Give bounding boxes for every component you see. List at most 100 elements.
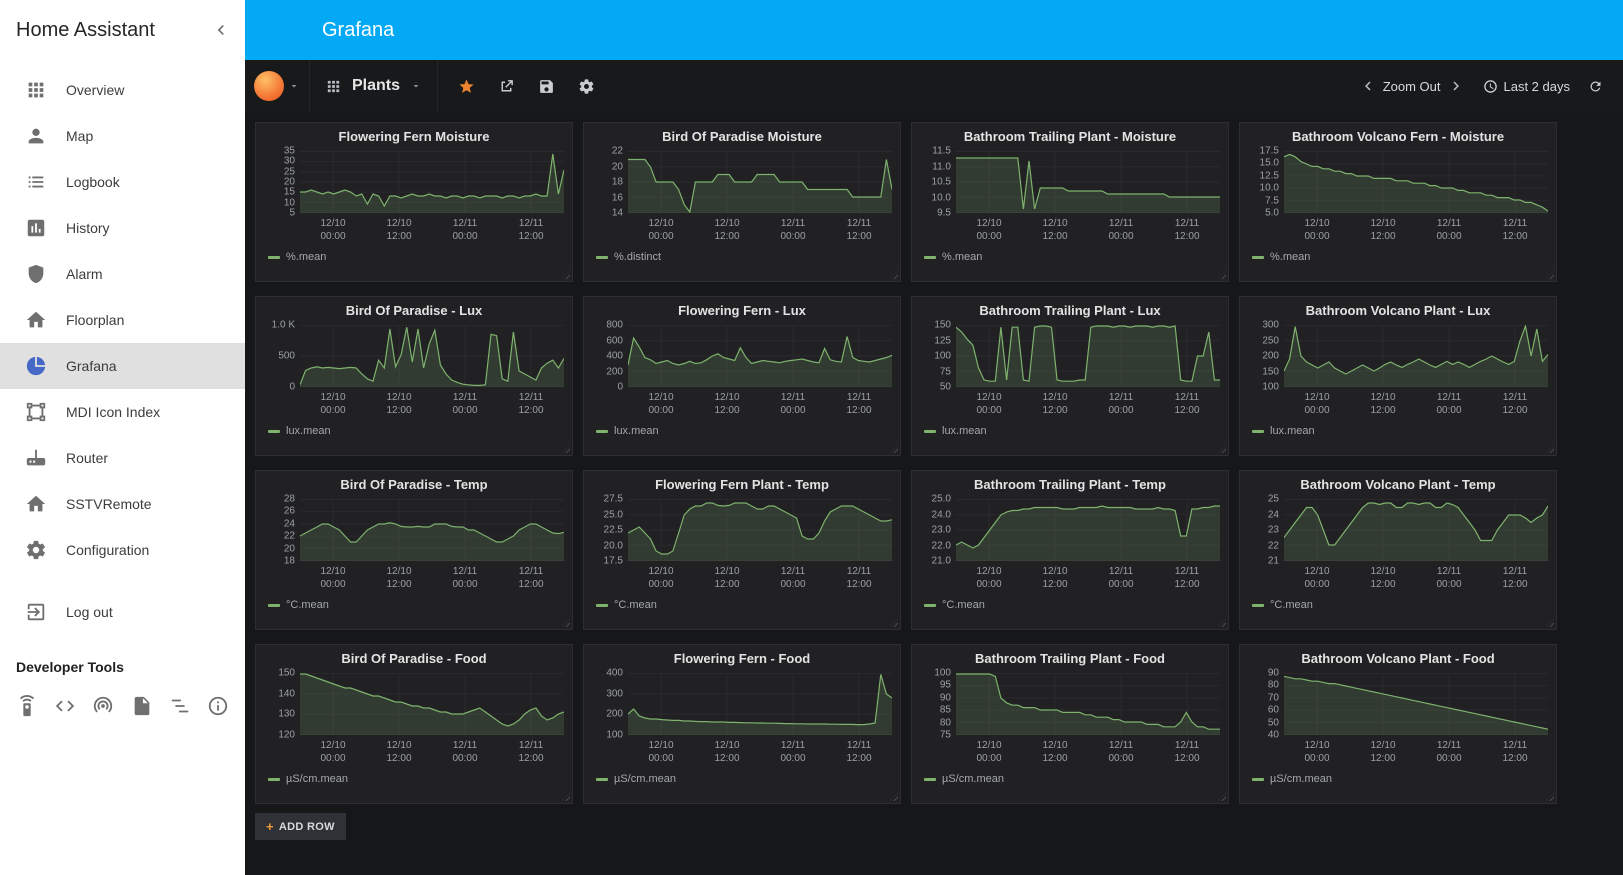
refresh-button[interactable] <box>1588 79 1603 94</box>
legend-swatch[interactable] <box>268 603 280 607</box>
legend-series-label[interactable]: %.mean <box>942 251 982 263</box>
time-shift-forward-button[interactable] <box>1447 77 1465 95</box>
panel-resize-handle[interactable] <box>1546 445 1554 453</box>
panel-resize-handle[interactable] <box>890 793 898 801</box>
panel-title[interactable]: Bird Of Paradise - Lux <box>256 297 572 325</box>
legend-series-label[interactable]: %.distinct <box>614 251 661 263</box>
time-series-chart[interactable] <box>628 151 892 213</box>
sidebar-item-logbook[interactable]: Logbook <box>0 159 245 205</box>
legend-swatch[interactable] <box>268 429 280 433</box>
dev-templates-button[interactable] <box>131 695 153 717</box>
legend-series-label[interactable]: lux.mean <box>942 425 987 437</box>
sidebar-item-history[interactable]: History <box>0 205 245 251</box>
dev-services-button[interactable] <box>16 695 38 717</box>
grafana-menu-button[interactable] <box>245 60 309 112</box>
legend-series-label[interactable]: %.mean <box>286 251 326 263</box>
save-dashboard-button[interactable] <box>538 78 555 95</box>
panel-resize-handle[interactable] <box>562 445 570 453</box>
sidebar-item-configuration[interactable]: Configuration <box>0 527 245 573</box>
legend-series-label[interactable]: µS/cm.mean <box>286 773 348 785</box>
legend-swatch[interactable] <box>924 603 936 607</box>
legend-swatch[interactable] <box>268 255 280 259</box>
time-series-chart[interactable] <box>300 325 564 387</box>
sidebar-collapse-button[interactable] <box>211 20 231 40</box>
panel-resize-handle[interactable] <box>1546 619 1554 627</box>
time-range-picker[interactable]: Last 2 days <box>1483 79 1570 94</box>
panel-resize-handle[interactable] <box>1218 619 1226 627</box>
panel-resize-handle[interactable] <box>562 619 570 627</box>
panel-resize-handle[interactable] <box>1218 271 1226 279</box>
time-shift-back-button[interactable] <box>1359 77 1377 95</box>
panel-title[interactable]: Flowering Fern Plant - Temp <box>584 471 900 499</box>
legend-series-label[interactable]: µS/cm.mean <box>1270 773 1332 785</box>
time-series-chart[interactable] <box>956 673 1220 735</box>
panel-title[interactable]: Bird Of Paradise Moisture <box>584 123 900 151</box>
share-dashboard-button[interactable] <box>498 78 515 95</box>
legend-swatch[interactable] <box>1252 255 1264 259</box>
panel-title[interactable]: Bathroom Volcano Plant - Temp <box>1240 471 1556 499</box>
legend-swatch[interactable] <box>1252 777 1264 781</box>
legend-series-label[interactable]: lux.mean <box>286 425 331 437</box>
panel-title[interactable]: Bathroom Trailing Plant - Moisture <box>912 123 1228 151</box>
panel-resize-handle[interactable] <box>562 793 570 801</box>
panel-resize-handle[interactable] <box>1546 793 1554 801</box>
sidebar-item-alarm[interactable]: Alarm <box>0 251 245 297</box>
legend-swatch[interactable] <box>596 429 608 433</box>
legend-swatch[interactable] <box>1252 603 1264 607</box>
time-series-chart[interactable] <box>1284 151 1548 213</box>
time-series-chart[interactable] <box>628 325 892 387</box>
legend-swatch[interactable] <box>924 429 936 433</box>
panel-title[interactable]: Bird Of Paradise - Food <box>256 645 572 673</box>
panel-resize-handle[interactable] <box>562 271 570 279</box>
panel-title[interactable]: Flowering Fern - Lux <box>584 297 900 325</box>
sidebar-item-grafana[interactable]: Grafana <box>0 343 245 389</box>
panel-resize-handle[interactable] <box>1218 445 1226 453</box>
panel-title[interactable]: Bird Of Paradise - Temp <box>256 471 572 499</box>
sidebar-item-logout[interactable]: Log out <box>0 589 245 635</box>
legend-swatch[interactable] <box>924 777 936 781</box>
panel-title[interactable]: Flowering Fern - Food <box>584 645 900 673</box>
legend-series-label[interactable]: lux.mean <box>614 425 659 437</box>
time-series-chart[interactable] <box>300 151 564 213</box>
dashboard-picker[interactable]: Plants <box>309 60 439 112</box>
time-series-chart[interactable] <box>1284 325 1548 387</box>
zoom-out-button[interactable]: Zoom Out <box>1383 79 1441 94</box>
sidebar-item-mdi-icon-index[interactable]: MDI Icon Index <box>0 389 245 435</box>
favorite-star-button[interactable] <box>458 78 475 95</box>
panel-resize-handle[interactable] <box>890 445 898 453</box>
legend-swatch[interactable] <box>1252 429 1264 433</box>
legend-swatch[interactable] <box>924 255 936 259</box>
time-series-chart[interactable] <box>300 499 564 561</box>
time-series-chart[interactable] <box>300 673 564 735</box>
time-series-chart[interactable] <box>956 499 1220 561</box>
sidebar-item-overview[interactable]: Overview <box>0 67 245 113</box>
legend-series-label[interactable]: °C.mean <box>614 599 657 611</box>
add-row-button[interactable]: + ADD ROW <box>255 813 346 840</box>
dev-events-button[interactable] <box>92 695 114 717</box>
sidebar-item-map[interactable]: Map <box>0 113 245 159</box>
panel-title[interactable]: Bathroom Volcano Fern - Moisture <box>1240 123 1556 151</box>
time-series-chart[interactable] <box>628 673 892 735</box>
dev-states-button[interactable] <box>54 695 76 717</box>
legend-series-label[interactable]: lux.mean <box>1270 425 1315 437</box>
panel-resize-handle[interactable] <box>1218 793 1226 801</box>
panel-title[interactable]: Bathroom Trailing Plant - Lux <box>912 297 1228 325</box>
legend-series-label[interactable]: °C.mean <box>286 599 329 611</box>
dev-info-button[interactable] <box>207 695 229 717</box>
panel-title[interactable]: Bathroom Trailing Plant - Food <box>912 645 1228 673</box>
time-series-chart[interactable] <box>956 325 1220 387</box>
panel-title[interactable]: Bathroom Volcano Plant - Lux <box>1240 297 1556 325</box>
dev-mqtt-button[interactable] <box>169 695 191 717</box>
legend-swatch[interactable] <box>596 255 608 259</box>
panel-title[interactable]: Flowering Fern Moisture <box>256 123 572 151</box>
legend-series-label[interactable]: %.mean <box>1270 251 1310 263</box>
sidebar-item-floorplan[interactable]: Floorplan <box>0 297 245 343</box>
panel-title[interactable]: Bathroom Trailing Plant - Temp <box>912 471 1228 499</box>
sidebar-item-sstvremote[interactable]: SSTVRemote <box>0 481 245 527</box>
panel-resize-handle[interactable] <box>890 619 898 627</box>
time-series-chart[interactable] <box>628 499 892 561</box>
legend-swatch[interactable] <box>268 777 280 781</box>
legend-series-label[interactable]: µS/cm.mean <box>614 773 676 785</box>
panel-resize-handle[interactable] <box>1546 271 1554 279</box>
legend-swatch[interactable] <box>596 603 608 607</box>
